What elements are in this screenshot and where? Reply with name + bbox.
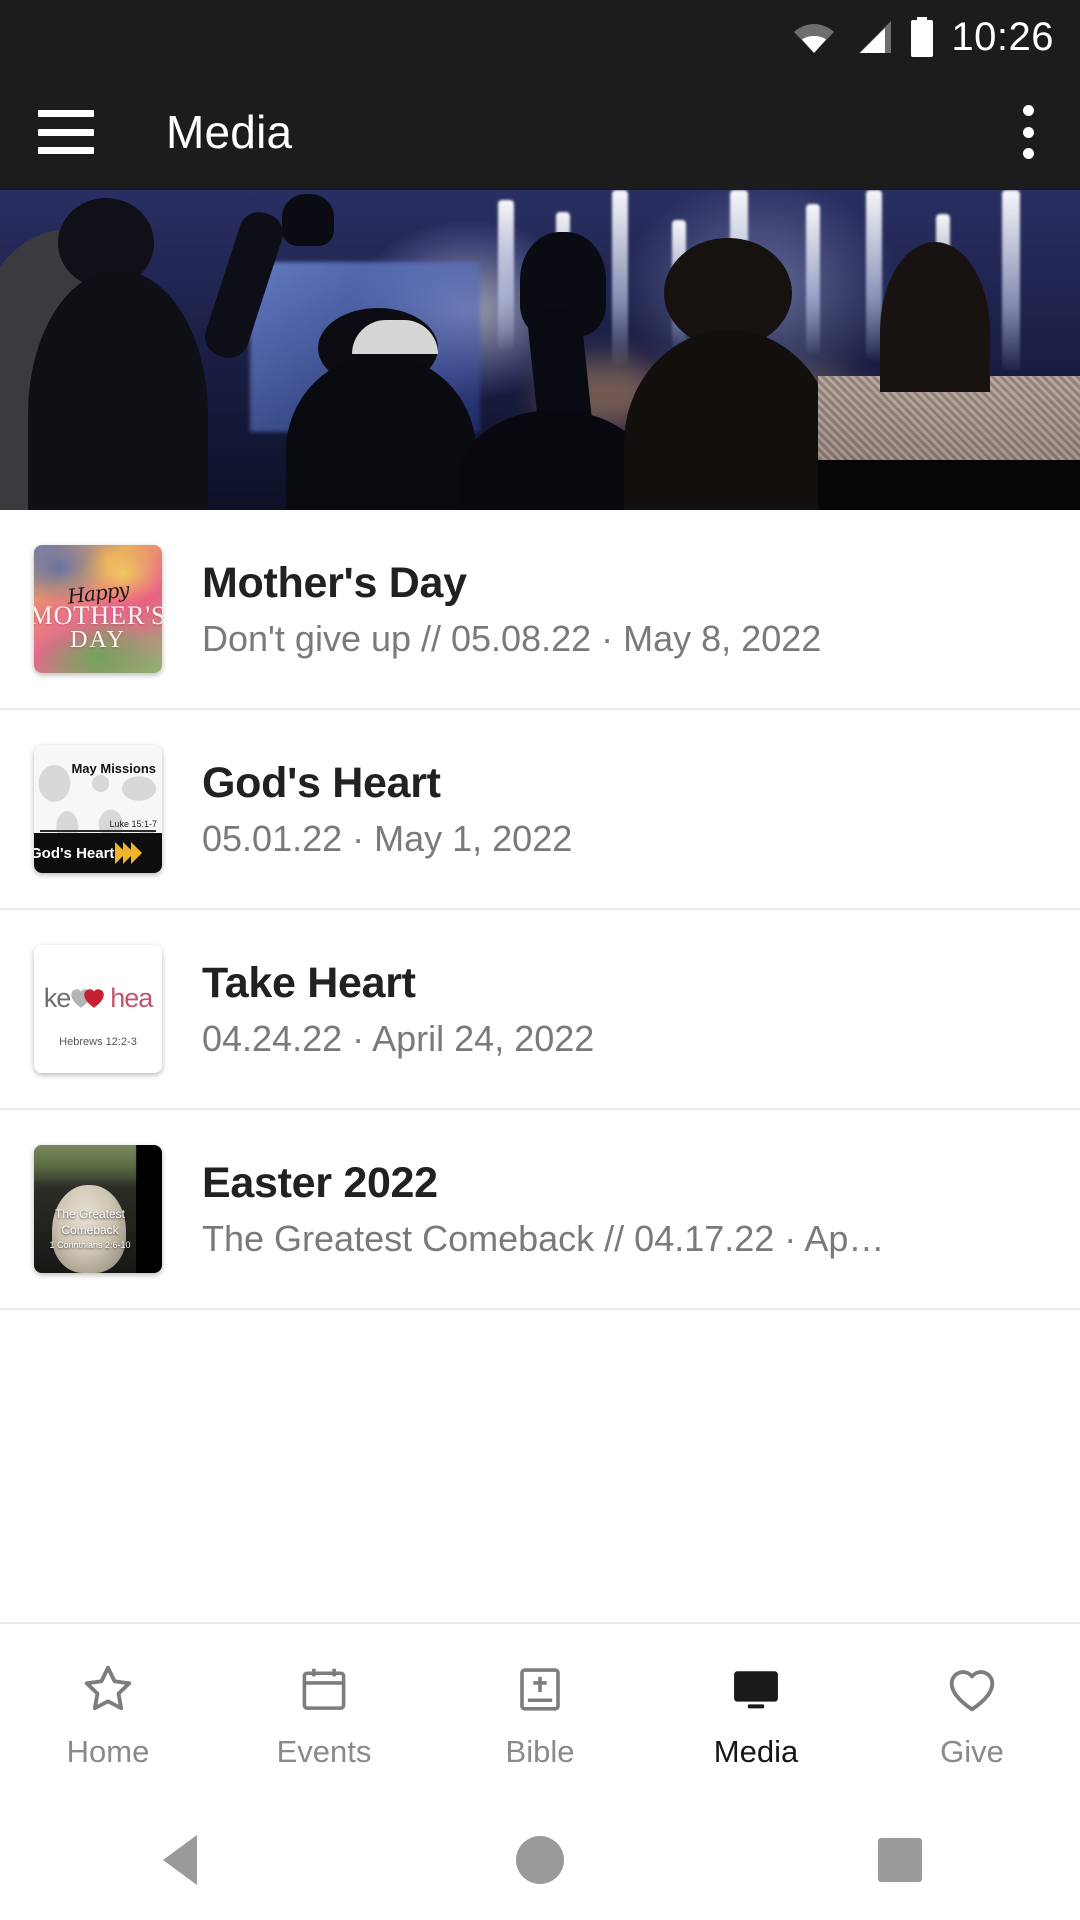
media-item-subtitle: The Greatest Comeback // 04.17.22 · Ap… (202, 1218, 885, 1259)
media-item-title: Take Heart (202, 958, 416, 1007)
status-clock: 10:26 (951, 15, 1054, 59)
thumbnail-title-bar: God's Heart (34, 833, 162, 873)
media-item-subtitle: 04.24.22 · April 24, 2022 (202, 1018, 595, 1059)
media-list-item[interactable]: Happy MOTHER'S DAY Mother's Day Don't gi… (0, 510, 1080, 710)
page-title: Media (166, 106, 293, 158)
media-list: Happy MOTHER'S DAY Mother's Day Don't gi… (0, 510, 1080, 1622)
thumbnail-bar-label: God's Heart (34, 844, 115, 862)
media-item-subtitle: Don't give up // 05.08.22 · May 8, 2022 (202, 618, 822, 659)
back-triangle-icon[interactable] (120, 1800, 240, 1920)
thumbnail-artwork: ke hea Hebrews 12:2-3 (34, 945, 162, 1073)
battery-icon (909, 17, 935, 57)
star-icon (77, 1658, 139, 1720)
hero-banner[interactable] (0, 190, 1080, 510)
thumbnail-rule (40, 830, 156, 832)
stage-light (806, 204, 820, 354)
thumbnail-left-text: ke (43, 983, 72, 1014)
app-root: 10:26 Media Happy MOTHER'S DAY Mother's … (0, 0, 1080, 1920)
cellular-signal-icon (851, 20, 893, 54)
media-item-text: Take Heart 04.24.22 · April 24, 2022 (202, 959, 1046, 1059)
nav-label-bible: Bible (505, 1733, 575, 1769)
thumbnail-top-label: May Missions (71, 761, 156, 776)
recents-square-icon[interactable] (840, 1800, 960, 1920)
home-circle-icon[interactable] (480, 1800, 600, 1920)
monitor-icon (725, 1658, 787, 1720)
nav-item-bible[interactable]: Bible (432, 1624, 648, 1800)
nav-item-events[interactable]: Events (216, 1624, 432, 1800)
thumbnail-reference: 1 Corinthians 2:6-10 (49, 1240, 131, 1250)
nav-item-home[interactable]: Home (0, 1624, 216, 1800)
heart-icon (941, 1658, 1003, 1720)
media-item-text: Easter 2022 The Greatest Comeback // 04.… (202, 1159, 1046, 1259)
stage-light (1002, 190, 1020, 370)
nav-label-media: Media (713, 1733, 799, 1769)
easter-2022-thumbnail: The Greatest Comeback 1 Corinthians 2:6-… (34, 1145, 162, 1273)
calendar-icon (293, 1658, 355, 1720)
nav-label-give: Give (940, 1733, 1004, 1769)
nav-item-give[interactable]: Give (864, 1624, 1080, 1800)
thumbnail-artwork: The Greatest Comeback 1 Corinthians 2:6-… (34, 1145, 162, 1273)
thumbnail-wordmark: ke hea (34, 981, 162, 1017)
wifi-icon (793, 20, 835, 54)
status-icon-group (793, 17, 935, 57)
thumbnail-artwork: Happy MOTHER'S DAY (34, 545, 162, 673)
media-item-title: God's Heart (202, 758, 441, 807)
hamburger-menu-icon[interactable] (38, 110, 94, 154)
thumbnail-reference: Luke 15:1-7 (109, 819, 157, 829)
app-bar: Media (0, 74, 1080, 190)
bottom-navigation: Home Events Bible Media Give (0, 1622, 1080, 1800)
heart-icon (68, 981, 112, 1017)
bible-book-icon (509, 1658, 571, 1720)
take-heart-thumbnail: ke hea Hebrews 12:2-3 (34, 945, 162, 1073)
moss-graphic (34, 1145, 136, 1181)
media-item-title: Mother's Day (202, 558, 467, 607)
crowd-silhouette (818, 460, 1080, 510)
android-navigation-bar (0, 1800, 1080, 1920)
media-list-item[interactable]: The Greatest Comeback 1 Corinthians 2:6-… (0, 1110, 1080, 1310)
media-item-text: Mother's Day Don't give up // 05.08.22 ·… (202, 559, 1046, 659)
nav-label-home: Home (66, 1733, 150, 1769)
media-item-text: God's Heart 05.01.22 · May 1, 2022 (202, 759, 1046, 859)
thumbnail-artwork: May Missions Luke 15:1-7 God's Heart (34, 745, 162, 873)
status-bar: 10:26 (0, 0, 1080, 74)
media-item-title: Easter 2022 (202, 1158, 438, 1207)
stage-light (612, 190, 628, 365)
thumbnail-line-1: The Greatest (54, 1207, 126, 1221)
thumbnail-line-2: Comeback (61, 1223, 119, 1237)
media-list-item[interactable]: ke hea Hebrews 12:2-3 Take Heart 04.24.2… (0, 910, 1080, 1110)
nav-item-media[interactable]: Media (648, 1624, 864, 1800)
media-list-item[interactable]: May Missions Luke 15:1-7 God's Heart God… (0, 710, 1080, 910)
media-item-subtitle: 05.01.22 · May 1, 2022 (202, 818, 573, 859)
stage-light (498, 200, 514, 350)
thumbnail-line-2: DAY (70, 626, 126, 653)
mothers-day-thumbnail: Happy MOTHER'S DAY (34, 545, 162, 673)
thumbnail-right-text: hea (110, 983, 153, 1014)
nav-label-events: Events (276, 1733, 372, 1769)
chevron-right-icon (115, 842, 143, 864)
gods-heart-thumbnail: May Missions Luke 15:1-7 God's Heart (34, 745, 162, 873)
raised-hand (282, 194, 334, 246)
thumbnail-reference: Hebrews 12:2-3 (59, 1035, 137, 1048)
more-vertical-icon[interactable] (1006, 105, 1050, 159)
